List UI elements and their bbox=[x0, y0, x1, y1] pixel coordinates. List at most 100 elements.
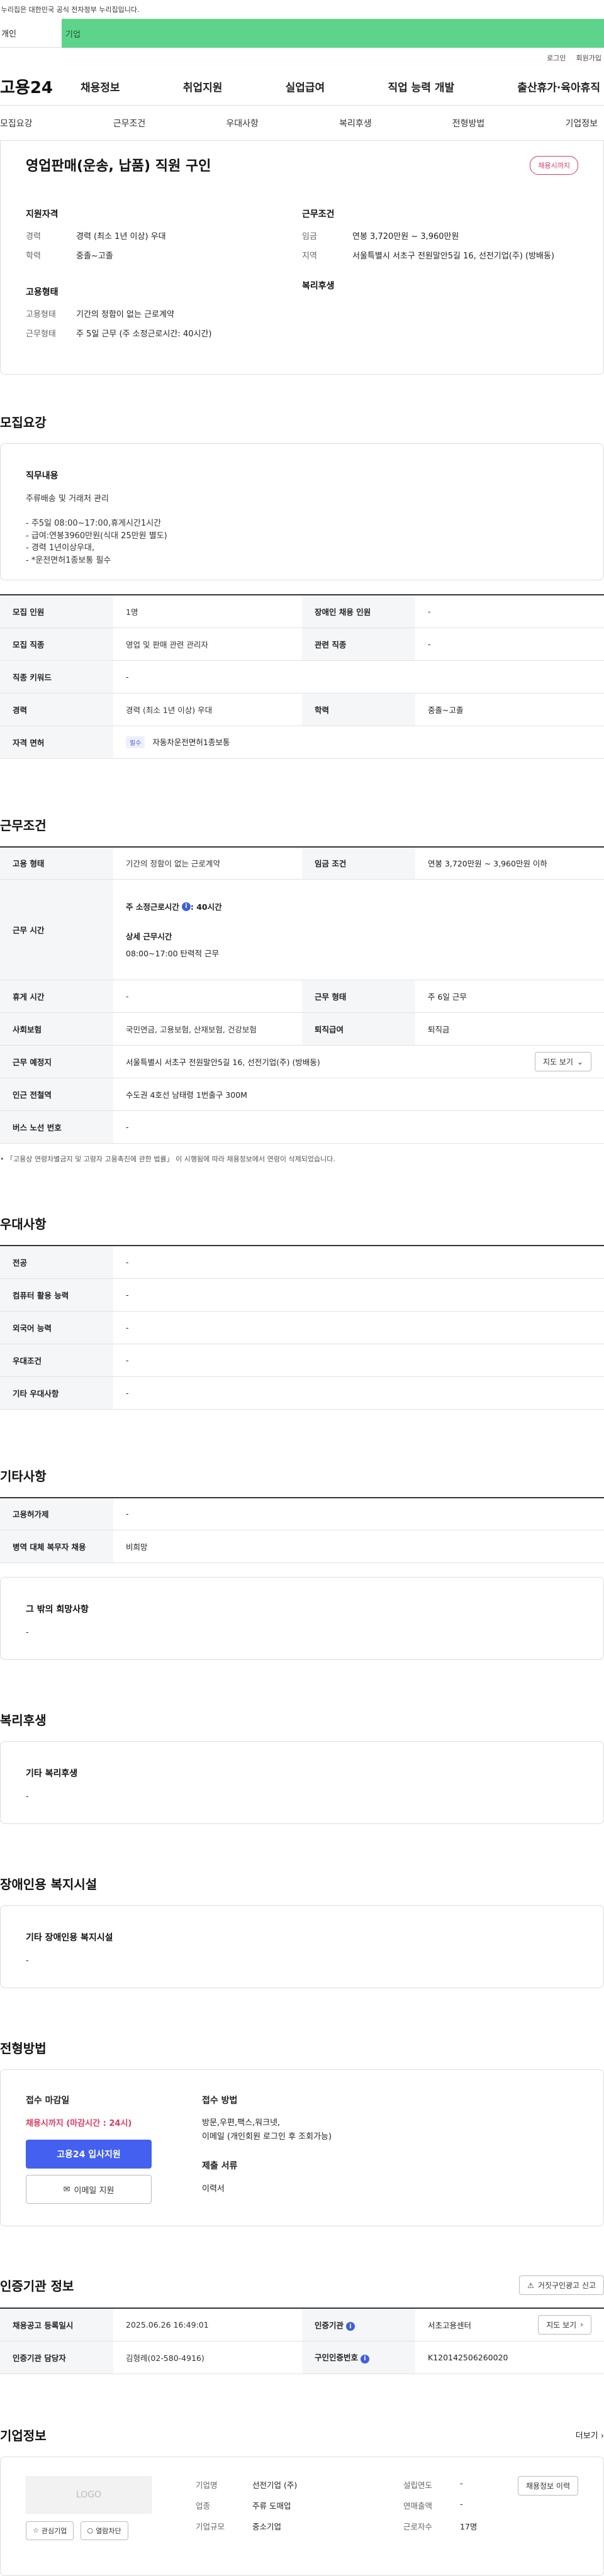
staff-count-value: 17명 bbox=[460, 2521, 478, 2531]
worktype-value: 주 6일 근무 bbox=[415, 980, 604, 1013]
apply-button[interactable]: 고용24 입사지원 bbox=[26, 2140, 152, 2169]
edu-key: 학력 bbox=[26, 251, 41, 261]
conditions-heading: 근무조건 bbox=[0, 817, 47, 833]
severance-key: 퇴직급여 bbox=[302, 1012, 415, 1046]
hours-main-value: : 40시간 bbox=[190, 902, 222, 912]
tab-company[interactable]: 기업 bbox=[62, 19, 604, 48]
duty-box: 직무내용 주류배송 및 거래처 관리 - 주5일 08:00~17:00,휴게시… bbox=[0, 443, 604, 580]
gnb-item-unemployment-benefit[interactable]: 실업급여 bbox=[286, 79, 325, 94]
table-row: 버스 노선 번호 - bbox=[0, 1110, 604, 1144]
agency-map-button[interactable]: 지도 보기 › bbox=[538, 2314, 591, 2335]
deadline-badge: 채용시까지 bbox=[530, 156, 578, 175]
info-icon[interactable]: i bbox=[346, 2322, 355, 2331]
docs-label: 제출 서류 bbox=[202, 2161, 238, 2172]
place-value: 서울특별시 서초구 전원말안5길 16, 선전기업(주) (방배동) bbox=[126, 1058, 320, 1067]
history-button[interactable]: 채용정보 이력 bbox=[517, 2475, 578, 2496]
age-note: • 「고용상 연령차별금지 및 고령자 고용촉진에 관한 법률」 이 시행됨에 … bbox=[0, 1155, 335, 1163]
report-button[interactable]: ⚠ 거짓구인광고 신고 bbox=[519, 2275, 604, 2295]
email-apply-button[interactable]: ✉ 이메일 지원 bbox=[26, 2175, 152, 2204]
join-link[interactable]: 회원가입 bbox=[576, 53, 601, 63]
lang-key: 외국어 능력 bbox=[0, 1311, 113, 1344]
email-apply-label: 이메일 지원 bbox=[74, 2186, 115, 2196]
selection-right: 접수 방법 방문,우편,팩스,워크넷, 이메일 (개인회원 로그인 후 조회가능… bbox=[202, 2094, 578, 2202]
duty-text: 주류배송 및 거래처 관리 - 주5일 08:00~17:00,휴게시간1시간 … bbox=[26, 494, 167, 565]
place-cell: 서울특별시 서초구 전원말안5길 16, 선전기업(주) (방배동) 지도 보기… bbox=[113, 1045, 604, 1078]
more-link[interactable]: 더보기 › bbox=[576, 2429, 604, 2441]
chevron-down-icon: ⌄ bbox=[576, 1057, 583, 1066]
bus-key: 버스 노선 번호 bbox=[0, 1110, 113, 1144]
break-key: 휴게 시간 bbox=[0, 980, 113, 1013]
revenue-value: - bbox=[460, 2499, 463, 2509]
wage-value: 연봉 3,720만원 ~ 3,960만원 bbox=[352, 232, 459, 241]
table-row: 채용공고 등록일시 2025.06.26 16:49:01 인증기관 i 서초고용… bbox=[0, 2308, 604, 2341]
agency-heading: 인증기관 정보 bbox=[0, 2279, 74, 2294]
agency-key: 인증기관 bbox=[315, 2320, 344, 2330]
tab-personal[interactable]: 개인 bbox=[0, 19, 62, 48]
deadline-value: 채용시까지 (마감시간 : 24시) bbox=[26, 2119, 132, 2128]
site-logo[interactable]: 고용24 bbox=[0, 75, 81, 98]
size-value: 중소기업 bbox=[252, 2521, 282, 2531]
license-value: 자동차운전면허1종보통 bbox=[152, 738, 230, 747]
other-table: 고용허가제 - 병역 대체 복무자 채용 비희망 bbox=[0, 1496, 604, 1563]
emptype-value: 기간의 정함이 없는 근로계약 bbox=[113, 846, 302, 880]
hours-cell: 주 소정근로시간 i : 40시간 상세 근무시간 08:00~17:00 탄력… bbox=[113, 879, 604, 980]
info-icon[interactable]: i bbox=[361, 2354, 370, 2363]
facility-box: 기타 장애인용 복지시설 - bbox=[0, 1905, 604, 1988]
gnb-menu: 채용정보 취업지원 실업급여 직업 능력 개발 출산휴가·육아휴직 bbox=[81, 79, 604, 94]
etc-value: - bbox=[113, 1376, 604, 1410]
gnb-item-parental-leave[interactable]: 출산휴가·육아휴직 bbox=[517, 79, 600, 94]
station-key: 인근 전철역 bbox=[0, 1078, 113, 1111]
map-button-label: 지도 보기 bbox=[542, 1058, 573, 1066]
snb-item-preference[interactable]: 우대사항 bbox=[226, 117, 259, 130]
company-logo-area: LOGO ☆ 관심기업 ○ 열람차단 bbox=[26, 2475, 196, 2557]
snb-item-recruit[interactable]: 모집요강 bbox=[0, 117, 33, 130]
info-icon[interactable]: i bbox=[181, 902, 191, 911]
agency-cell: 서초고용센터 지도 보기 › bbox=[415, 2308, 604, 2341]
method-value: 방문,우편,팩스,워크넷, 이메일 (개인회원 로그인 후 조회가능) bbox=[202, 2118, 332, 2142]
selection-box: 접수 마감일 채용시까지 (마감시간 : 24시) 고용24 입사지원 ✉ 이메일… bbox=[0, 2069, 604, 2226]
agency-value: 서초고용센터 bbox=[428, 2320, 472, 2330]
login-link[interactable]: 로그인 bbox=[547, 53, 566, 63]
company-info: 기업명 선전기업 (주) 설립연도 - 업종 주류 도매업 연매출액 - 기업규모 중소기업 근… bbox=[196, 2476, 518, 2557]
severance-value: 퇴직금 bbox=[415, 1012, 604, 1046]
emptype-key: 고용형태 bbox=[26, 309, 56, 319]
summary-left: 지원자격 경력 경력 (최소 1년 이상) 우대 학력 중졸~고졸 고용형태 고용형… bbox=[26, 207, 302, 348]
star-icon: ☆ bbox=[33, 2526, 39, 2535]
block-button[interactable]: ○ 열람차단 bbox=[80, 2521, 128, 2540]
table-row: 경력 경력 (최소 1년 이상) 우대 학력 중졸~고졸 bbox=[0, 693, 604, 726]
insurance-key: 사회보험 bbox=[0, 1012, 113, 1046]
gnb-item-employment-support[interactable]: 취업지원 bbox=[183, 79, 223, 94]
reg-value: 2025.06.26 16:49:01 bbox=[113, 2308, 302, 2341]
favorite-button[interactable]: ☆ 관심기업 bbox=[26, 2521, 74, 2540]
facility-value: - bbox=[26, 1956, 29, 1965]
preference-heading: 우대사항 bbox=[0, 1217, 47, 1232]
job-title: 영업판매(운송, 납품) 직원 구인 bbox=[26, 158, 211, 174]
required-chip: 필수 bbox=[126, 736, 145, 748]
summary-right: 근무조건 임금 연봉 3,720만원 ~ 3,960만원 지역 서울특별시 서초구 … bbox=[302, 207, 578, 348]
snb-item-conditions[interactable]: 근무조건 bbox=[113, 117, 146, 130]
gnb-item-skills[interactable]: 직업 능력 개발 bbox=[388, 79, 454, 94]
gnb-item-jobs[interactable]: 채용정보 bbox=[81, 79, 120, 94]
tab-company-label: 기업 bbox=[65, 30, 81, 40]
table-row: 병역 대체 복무자 채용 비희망 bbox=[0, 1530, 604, 1563]
size-key: 기업규모 bbox=[196, 2521, 225, 2531]
favorite-label: 관심기업 bbox=[41, 2526, 67, 2535]
bus-value: - bbox=[113, 1110, 604, 1144]
wish-box: 그 밖의 희망사항 - bbox=[0, 1577, 604, 1660]
map-button[interactable]: 지도 보기 ⌄ bbox=[534, 1052, 591, 1071]
agency-table: 채용공고 등록일시 2025.06.26 16:49:01 인증기관 i 서초고용… bbox=[0, 2308, 604, 2374]
snb-item-welfare[interactable]: 복리후생 bbox=[339, 117, 372, 130]
career-value: 경력 (최소 1년 이상) 우대 bbox=[113, 693, 302, 726]
age-note-text: 「고용상 연령차별금지 및 고령자 고용촉진에 관한 법률」 이 시행됨에 따라… bbox=[6, 1155, 335, 1163]
table-row: 기타 우대사항 - bbox=[0, 1376, 604, 1410]
worktype-key: 근무 형태 bbox=[302, 980, 415, 1013]
count-key: 모집 인원 bbox=[0, 595, 113, 628]
region-key: 지역 bbox=[302, 251, 317, 261]
related-key: 관련 직종 bbox=[302, 627, 415, 661]
chevron-right-icon: › bbox=[600, 2431, 604, 2441]
table-row: 근무 시간 주 소정근로시간 i : 40시간 상세 근무시간 08:00~17… bbox=[0, 879, 604, 980]
snb-item-selection[interactable]: 전형방법 bbox=[452, 117, 485, 130]
table-row: 근무 예정지 서울특별시 서초구 전원말안5길 16, 선전기업(주) (방배동… bbox=[0, 1045, 604, 1078]
agency-header: 인증기관 정보 ⚠ 거짓구인광고 신고 bbox=[0, 2275, 604, 2295]
snb-item-company[interactable]: 기업정보 bbox=[565, 117, 598, 130]
